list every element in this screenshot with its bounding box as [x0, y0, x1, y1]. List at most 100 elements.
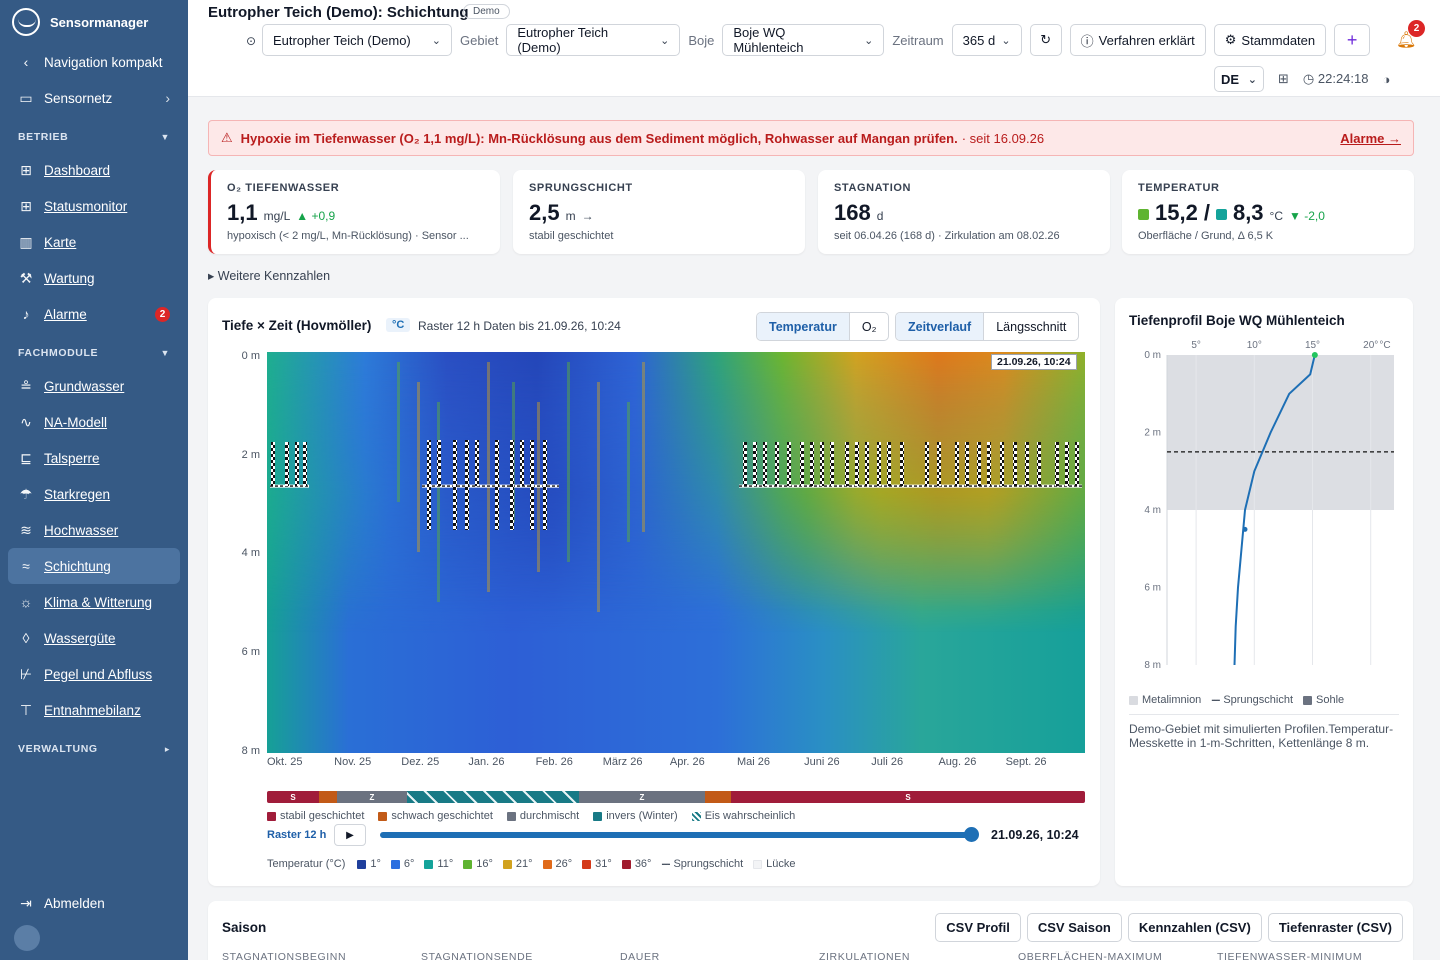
sidebar-item-grundwasser[interactable]: ≗ Grundwasser	[0, 368, 188, 404]
sidebar-item-dashboard[interactable]: ⊞ Dashboard	[0, 152, 188, 188]
tab-laengsschnitt[interactable]: Längsschnitt	[984, 313, 1078, 340]
x-tick-label: Jan. 26	[468, 756, 505, 768]
more-kpis-toggle[interactable]: ▸ Weitere Kennzahlen	[208, 268, 330, 283]
location-select[interactable]: Eutropher Teich (Demo) ⌄	[262, 24, 452, 56]
sidebar-item-pegel[interactable]: ⊬ Pegel und Abfluss	[0, 656, 188, 692]
y-tick-label: 8 m	[1144, 660, 1161, 671]
section-betrieb[interactable]: BETRIEB ▼	[0, 122, 188, 152]
caret-right-icon: ▸	[164, 743, 170, 754]
play-icon: ▶	[346, 829, 354, 841]
sprungschicht-spike	[543, 440, 547, 530]
x-tick-label: 20°	[1363, 340, 1378, 351]
sidebar-item-talsperre[interactable]: ⊑ Talsperre	[0, 440, 188, 476]
stratification-bar[interactable]: SZZS	[267, 791, 1085, 803]
tiefenraster-csv-button[interactable]: Tiefenraster (CSV)	[1267, 913, 1403, 942]
heatmap-streak	[597, 382, 600, 612]
profile-legend: Metalimnion --- Sprungschicht Sohle	[1129, 694, 1344, 706]
sidebar-item-wasserguete[interactable]: ◊ Wassergüte	[0, 620, 188, 656]
time-slider[interactable]	[380, 832, 974, 838]
gebiet-select[interactable]: Eutropher Teich (Demo) ⌄	[506, 24, 681, 56]
kpi-temperatur[interactable]: TEMPERATUR 15,2 / 8,3 °C ▼ -2,0 Oberfläc…	[1122, 170, 1414, 254]
zeitraum-select[interactable]: 365 d ⌄	[951, 24, 1022, 56]
raster-label: Raster 12 h	[267, 829, 327, 841]
tab-zeitverlauf[interactable]: Zeitverlauf	[896, 313, 985, 340]
metalimnion-band	[1167, 355, 1394, 510]
language-select[interactable]: DE ⌄	[1214, 66, 1264, 92]
avatar[interactable]	[14, 925, 40, 951]
strat-mixed: Z	[337, 791, 407, 803]
sidebar-item-statusmonitor[interactable]: ⊞ Statusmonitor	[0, 188, 188, 224]
sidebar-item-sensornetz[interactable]: ▭ Sensornetz ›	[0, 80, 188, 116]
location-pin-icon: ⊙	[246, 34, 257, 48]
sidebar-item-starkregen[interactable]: ☂ Starkregen	[0, 476, 188, 512]
kpi-stagnation[interactable]: STAGNATION 168 d seit 06.04.26 (168 d) · …	[818, 170, 1110, 254]
section-verwaltung[interactable]: VERWALTUNG ▸	[0, 734, 188, 764]
chart-line-icon: ∿	[20, 413, 32, 430]
boje-select[interactable]: Boje WQ Mühlenteich ⌄	[722, 24, 885, 56]
sprungschicht-spike	[865, 442, 869, 487]
csv-saison-button[interactable]: CSV Saison	[1026, 913, 1122, 942]
brand[interactable]: Sensormanager	[0, 0, 188, 44]
kpi-sprungschicht[interactable]: SPRUNGSCHICHT 2,5 m → stabil geschichtet	[513, 170, 805, 254]
sidebar-item-hochwasser[interactable]: ≋ Hochwasser	[0, 512, 188, 548]
heatmap-streak	[642, 362, 645, 532]
alarm-count-badge: 2	[155, 306, 170, 322]
verfahren-button[interactable]: ⓘ Verfahren erklärt	[1069, 24, 1206, 56]
sprungschicht-spike	[303, 442, 307, 487]
wrench-icon: ⚒	[19, 269, 33, 286]
time-slider-handle[interactable]	[964, 827, 979, 842]
x-tick-label: Apr. 26	[669, 756, 705, 768]
strat-stable: S	[267, 791, 319, 803]
chevron-down-icon: ⌄	[660, 34, 670, 47]
kennzahlen-csv-button[interactable]: Kennzahlen (CSV)	[1127, 913, 1262, 942]
sidebar-item-na-modell[interactable]: ∿ NA-Modell	[0, 404, 188, 440]
qr-icon[interactable]: ⊞	[1278, 71, 1289, 87]
x-tick-label: 15°	[1305, 340, 1320, 351]
sprungschicht-spike	[743, 442, 747, 487]
time-stamp: 21.09.26, 10:24	[991, 354, 1077, 370]
tab-temperatur[interactable]: Temperatur	[757, 313, 850, 340]
theme-toggle-icon[interactable]: ◑	[1382, 72, 1390, 87]
sidebar-item-schichtung[interactable]: ≈ Schichtung	[8, 548, 180, 584]
sprungschicht-spike	[763, 442, 767, 487]
kpi-o2[interactable]: O₂ TIEFENWASSER 1,1 mg/L ▲ +0,9 hypoxisch …	[208, 170, 500, 254]
nav-compact-toggle[interactable]: ‹ Navigation kompakt	[0, 44, 188, 80]
stammdaten-button[interactable]: ⚙ Stammdaten	[1213, 24, 1327, 56]
alarme-link[interactable]: Alarme →	[1340, 131, 1401, 146]
y-tick-label: 0 m	[1144, 350, 1161, 361]
sidebar-item-wartung[interactable]: ⚒ Wartung	[0, 260, 188, 296]
csv-profil-button[interactable]: CSV Profil	[935, 913, 1021, 942]
logout-button[interactable]: ⇥ Abmelden	[0, 885, 188, 921]
slider-time: 21.09.26, 10:24	[991, 828, 1079, 842]
logo-icon	[12, 8, 40, 36]
play-button[interactable]: ▶	[334, 824, 366, 846]
add-button[interactable]: +	[1334, 24, 1371, 56]
x-tick-label: März 26	[602, 756, 643, 768]
sidebar-item-entnahmebilanz[interactable]: ⊤ Entnahmebilanz	[0, 692, 188, 728]
refresh-button[interactable]: ↻	[1029, 24, 1062, 56]
sprungschicht-spike	[427, 440, 431, 530]
bell-icon: ♪	[22, 306, 30, 322]
sidebar-item-alarme[interactable]: ♪ Alarme 2	[0, 296, 188, 332]
profile-chart[interactable]: 5° 10° 15° 20° °C 0 m 2 m 4 m 6 m 8 m	[1115, 298, 1413, 708]
strat-weak	[705, 791, 731, 803]
alert-text: Hypoxie im Tiefenwasser (O₂ 1,1 mg/L): M…	[240, 130, 958, 146]
sprungschicht-spike	[830, 442, 834, 487]
tab-o2[interactable]: O₂	[850, 313, 889, 340]
sprungschicht-spike	[495, 440, 499, 530]
x-unit-label: °C	[1379, 340, 1390, 351]
section-fachmodule[interactable]: FACHMODULE ▼	[0, 338, 188, 368]
sprungschicht-spike	[520, 440, 524, 487]
chevron-right-icon: ›	[165, 90, 170, 106]
temperature-legend: Temperatur (°C) 1° 6° 11° 16° 21° 26° 31…	[267, 858, 796, 870]
notification-badge: 2	[1408, 20, 1425, 37]
sidebar-item-klima[interactable]: ☼ Klima & Witterung	[0, 584, 188, 620]
sprungschicht-spike	[800, 442, 804, 487]
sprungschicht-spike	[900, 442, 904, 487]
header-tools: DE ⌄ ⊞ ◷ 22:24:18 ◑	[1214, 66, 1390, 92]
bottom-swatch	[1215, 209, 1227, 220]
heatmap-streak	[437, 402, 440, 602]
hovmoeller-heatmap[interactable]	[267, 352, 1085, 753]
sidebar-item-karte[interactable]: ▥ Karte	[0, 224, 188, 260]
sprungschicht-spike	[1037, 442, 1041, 487]
